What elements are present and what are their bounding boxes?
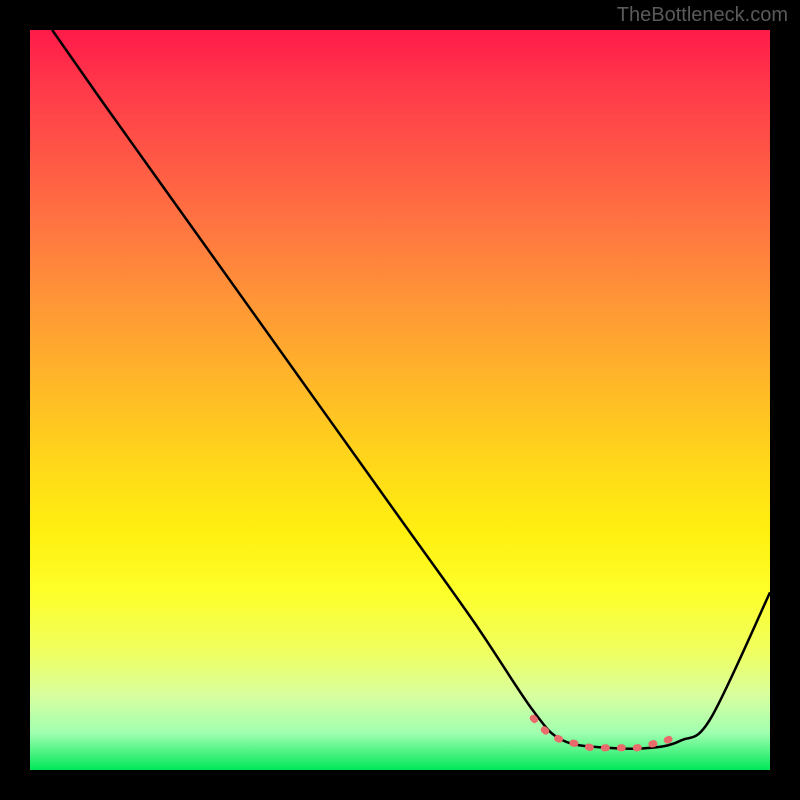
bottleneck-curve-line (52, 30, 770, 749)
watermark-text: TheBottleneck.com (617, 4, 788, 27)
optimal-range-marker-line (533, 718, 681, 748)
chart-plot-area (30, 30, 770, 770)
chart-svg (30, 30, 770, 770)
